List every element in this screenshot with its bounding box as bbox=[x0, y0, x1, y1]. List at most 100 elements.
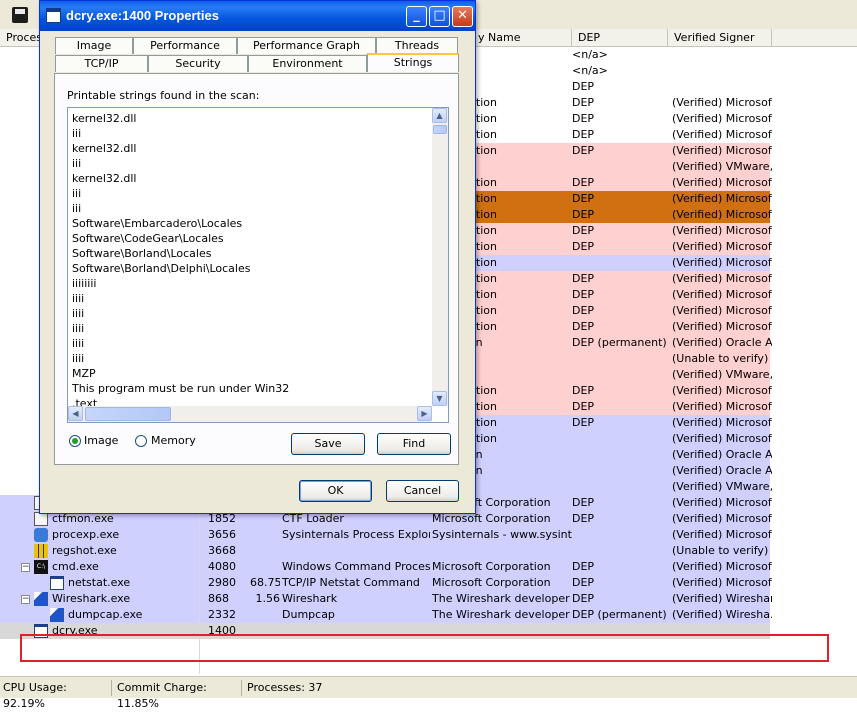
string-entry: iii bbox=[72, 187, 82, 200]
scroll-left-button[interactable]: ◀ bbox=[68, 406, 83, 421]
dep-cell: DEP bbox=[572, 96, 595, 109]
dep-cell: DEP (permanent) bbox=[572, 608, 667, 621]
column-header-dep[interactable]: DEP bbox=[572, 29, 668, 46]
scroll-up-button[interactable]: ▲ bbox=[432, 108, 447, 123]
table-row[interactable]: netstat.exe 2980 68.75 TCP/IP Netstat Comma… bbox=[0, 575, 857, 591]
verified-signer-cell: (Verified) Microsoft... bbox=[672, 192, 772, 205]
vertical-scrollbar[interactable]: ▲ ▼ bbox=[432, 108, 448, 406]
maximize-button[interactable]: □ bbox=[429, 6, 450, 27]
verified-signer-cell: (Unable to verify) ... bbox=[672, 352, 772, 365]
process-name: regshot.exe bbox=[52, 544, 117, 557]
vertical-scroll-thumb[interactable] bbox=[433, 125, 447, 134]
table-row[interactable]: procexp.exe 3656 Sysinternals Process Expl… bbox=[0, 527, 857, 543]
string-entry: This program must be run under Win32 bbox=[72, 382, 290, 395]
verified-signer-cell: (Verified) Microsoft... bbox=[672, 144, 772, 157]
cpu-cell: 1.56 bbox=[255, 592, 281, 605]
tab-environment[interactable]: Environment bbox=[248, 55, 367, 72]
verified-signer-cell: (Unable to verify) ... bbox=[672, 544, 772, 557]
dep-cell: DEP bbox=[572, 400, 595, 413]
minimize-button[interactable]: _ bbox=[406, 6, 427, 27]
processes-status: Processes: 37 bbox=[247, 681, 323, 694]
description-cell: Wireshark bbox=[282, 592, 338, 605]
dep-cell: <n/a> bbox=[572, 64, 608, 77]
dep-cell: DEP bbox=[572, 240, 595, 253]
description-cell: TCP/IP Netstat Command bbox=[282, 576, 420, 589]
string-entry: MZP bbox=[72, 367, 96, 380]
verified-signer-cell: (Verified) VMware,... bbox=[672, 368, 772, 381]
table-row[interactable]: dumpcap.exe 2332 Dumpcap The Wireshark deve… bbox=[0, 607, 857, 623]
cpu-cell: 68.75 bbox=[250, 576, 280, 589]
radio-image[interactable] bbox=[69, 435, 81, 447]
scroll-right-button[interactable]: ▶ bbox=[417, 406, 432, 421]
tab-strings[interactable]: Strings bbox=[367, 53, 459, 72]
verified-signer-cell: (Verified) Microsoft... bbox=[672, 384, 772, 397]
verified-signer-cell: (Verified) Microsoft... bbox=[672, 320, 772, 333]
verified-signer-cell: (Verified) VMware,... bbox=[672, 160, 772, 173]
dep-cell: DEP bbox=[572, 224, 595, 237]
close-button[interactable]: ✕ bbox=[452, 6, 473, 27]
pid-cell: 868 bbox=[208, 592, 229, 605]
company-name-cell: Microsoft Corporation bbox=[432, 576, 551, 589]
verified-signer-cell: (Verified) Microsoft... bbox=[672, 256, 772, 269]
shark-icon bbox=[50, 608, 64, 622]
description-cell: Dumpcap bbox=[282, 608, 335, 621]
chevron-up-icon: ▲ bbox=[436, 111, 443, 120]
tree-collapse-icon[interactable]: − bbox=[21, 563, 30, 572]
procexp-icon bbox=[34, 528, 48, 542]
tab-performance-graph[interactable]: Performance Graph bbox=[237, 37, 376, 54]
chevron-left-icon: ◀ bbox=[72, 409, 79, 418]
string-entry: Software\Embarcadero\Locales bbox=[72, 217, 243, 230]
horizontal-scroll-thumb[interactable] bbox=[85, 407, 171, 421]
radio-memory[interactable] bbox=[135, 435, 147, 447]
save-icon[interactable] bbox=[12, 7, 28, 23]
table-row[interactable]: regshot.exe 3668 (Unable to verify) ... bbox=[0, 543, 857, 559]
pid-cell: 4080 bbox=[208, 560, 236, 573]
dep-cell: DEP bbox=[572, 208, 595, 221]
horizontal-scrollbar[interactable]: ◀ ▶ bbox=[68, 406, 432, 422]
string-entry: Software\Borland\Locales bbox=[72, 247, 212, 260]
dep-cell: DEP bbox=[572, 416, 595, 429]
verified-signer-cell: (Verified) Microsoft... bbox=[672, 512, 772, 525]
properties-dialog: dcry.exe:1400 Properties _ □ ✕ Image Per… bbox=[39, 0, 476, 514]
tab-tcpip[interactable]: TCP/IP bbox=[55, 55, 148, 72]
dep-cell: DEP bbox=[572, 192, 595, 205]
tree-collapse-icon[interactable]: − bbox=[21, 595, 30, 604]
chevron-down-icon: ▼ bbox=[436, 394, 443, 403]
table-row[interactable]: −C:\ cmd.exe 4080 Windows Command Processor… bbox=[0, 559, 857, 575]
dep-cell: DEP bbox=[572, 144, 595, 157]
window-icon bbox=[46, 8, 61, 23]
verified-signer-cell: (Verified) Microsoft... bbox=[672, 496, 772, 509]
scroll-down-button[interactable]: ▼ bbox=[432, 391, 447, 406]
tab-image[interactable]: Image bbox=[55, 37, 133, 54]
company-name-cell: Microsoft Corporation bbox=[432, 560, 551, 573]
string-entry: iiiiiiii bbox=[72, 277, 97, 290]
status-bar: CPU Usage: 92.19% Commit Charge: 11.85% … bbox=[0, 676, 857, 710]
pid-cell: 3656 bbox=[208, 528, 236, 541]
save-button[interactable]: Save bbox=[291, 433, 365, 455]
dep-cell: DEP bbox=[572, 272, 595, 285]
verified-signer-cell: (Verified) Microsoft... bbox=[672, 272, 772, 285]
tab-threads[interactable]: Threads bbox=[376, 37, 458, 54]
radio-image-label: Image bbox=[84, 434, 119, 447]
column-header-verified-signer[interactable]: Verified Signer bbox=[668, 29, 772, 46]
pid-cell: 3668 bbox=[208, 544, 236, 557]
dialog-titlebar[interactable]: dcry.exe:1400 Properties _ □ ✕ bbox=[40, 1, 475, 31]
verified-signer-cell: (Verified) Microsoft... bbox=[672, 416, 772, 429]
ok-button[interactable]: OK bbox=[299, 480, 372, 502]
tab-performance[interactable]: Performance bbox=[133, 37, 237, 54]
strings-list[interactable]: kernel32.dll iii kernel32.dll iii kernel32.d… bbox=[67, 107, 449, 423]
verified-signer-cell: (Verified) Microsoft... bbox=[672, 128, 772, 141]
radio-memory-label: Memory bbox=[151, 434, 196, 447]
verified-signer-cell: (Verified) Microsoft... bbox=[672, 96, 772, 109]
tab-security[interactable]: Security bbox=[148, 55, 248, 72]
description-cell: Windows Command Processor bbox=[282, 560, 430, 573]
string-entry: kernel32.dll bbox=[72, 142, 137, 155]
find-button[interactable]: Find bbox=[377, 433, 451, 455]
string-entry: iiii bbox=[72, 307, 85, 320]
table-row[interactable]: − Wireshark.exe 868 1.56 Wireshark The Wiresh… bbox=[0, 591, 857, 607]
string-entry: iii bbox=[72, 157, 82, 170]
dep-cell: DEP bbox=[572, 560, 595, 573]
dep-cell: DEP bbox=[572, 128, 595, 141]
process-name: Wireshark.exe bbox=[52, 592, 131, 605]
cancel-button[interactable]: Cancel bbox=[386, 480, 459, 502]
